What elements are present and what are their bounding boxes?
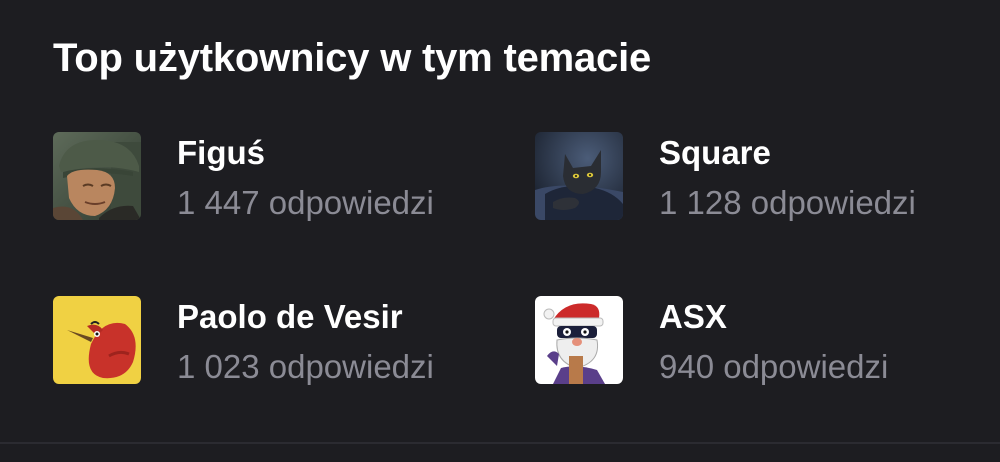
red-bird-avatar-icon [53,296,141,384]
user-avatar[interactable] [53,132,141,220]
user-name[interactable]: Figuś [177,133,265,173]
top-users-panel: Top użytkownicy w tym temacie Figuś 1 44… [0,0,1000,462]
cartoon-santa-avatar-icon [535,296,623,384]
man-with-cap-avatar-icon [53,132,141,220]
user-avatar[interactable] [53,296,141,384]
user-reply-count: 1 447 odpowiedzi [177,184,434,221]
user-name[interactable]: Paolo de Vesir [177,297,403,337]
user-reply-count: 1 023 odpowiedzi [177,348,434,385]
user-item-paolo-de-vesir[interactable]: Paolo de Vesir 1 023 odpowiedzi [53,295,483,385]
user-item-asx[interactable]: ASX 940 odpowiedzi [535,295,965,385]
section-title: Top użytkownicy w tym temacie [53,36,652,80]
user-name[interactable]: ASX [659,297,727,337]
user-item-figus[interactable]: Figuś 1 447 odpowiedzi [53,131,483,221]
user-name[interactable]: Square [659,133,771,173]
user-reply-count: 940 odpowiedzi [659,348,889,385]
user-avatar[interactable] [535,296,623,384]
bottom-divider [0,442,1000,444]
user-item-square[interactable]: Square 1 128 odpowiedzi [535,131,965,221]
user-reply-count: 1 128 odpowiedzi [659,184,916,221]
black-cat-avatar-icon [535,132,623,220]
user-avatar[interactable] [535,132,623,220]
